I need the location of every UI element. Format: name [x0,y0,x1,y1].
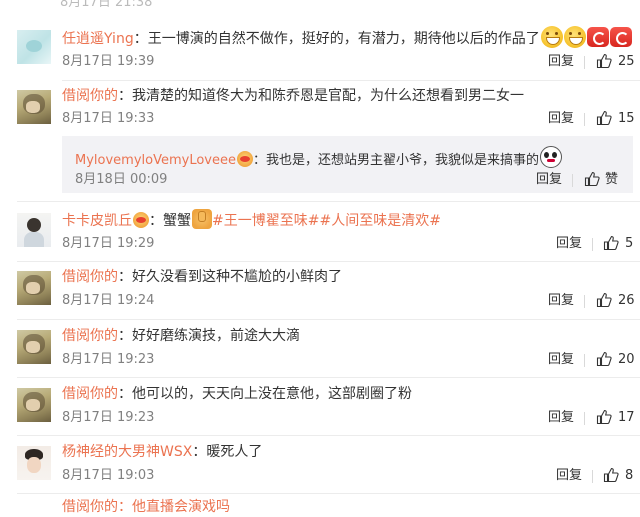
avatar[interactable] [17,271,51,305]
comment-text: 暖死人了 [206,444,263,460]
like-icon[interactable] [596,110,612,126]
sub-reply-line: MylovemyloVemyLoveee ：我也是，还想站男主翟小爷，我貌似是来搞… [75,146,563,171]
divider [17,435,640,436]
avatar[interactable] [17,388,51,422]
divider [584,412,585,425]
red-emoji-icon [609,27,632,47]
like-count: 15 [618,111,635,126]
comment-separator: ： [118,328,132,344]
comment-line: 借阅你的：我清楚的知道佟大为和陈乔恩是官配，为什么还想看到男二女一 [62,86,524,106]
comment-separator: ： [118,269,132,285]
like-count: 20 [618,352,635,367]
reply-button[interactable]: 回复 [548,110,574,128]
like-icon[interactable] [596,409,612,425]
reply-button[interactable]: 回复 [556,235,582,253]
comment-line: 借阅你的：好久没看到这种不尴尬的小鲜肉了 [62,267,342,287]
comment-line: 卡卡皮凯丘 ：蟹蟹 #王一博翟至味##人间至味是清欢# [62,209,441,231]
comment-username[interactable]: 借阅你的 [62,269,118,285]
like-icon[interactable] [584,171,600,187]
like-icon[interactable] [596,351,612,367]
like-icon[interactable] [596,292,612,308]
heart-emoji-icon [133,212,149,228]
comment-time: 8月17日 19:29 [62,236,155,251]
thumb-emoji-icon [192,209,212,229]
divider [17,377,640,378]
comment-line: 任逍遥Ying：王一博演的自然不做作，挺好的，有潜力，期待他以后的作品了 [62,26,632,49]
avatar[interactable] [17,330,51,364]
divider [17,319,640,320]
comment-username[interactable]: 借阅你的 [62,328,118,344]
comment-time: 8月17日 19:33 [62,111,155,126]
like-count: 8 [625,468,634,483]
comment-username[interactable]: 借阅你的 [62,88,118,104]
sub-reply-username[interactable]: MylovemyloVemyLoveee [75,153,236,168]
divider [17,261,640,262]
comment-line: 借阅你的：好好磨练演技，前途大大滴 [62,326,300,346]
next-comment-partial: 借阅你的：他直播会演戏吗 [62,499,230,515]
divider [62,80,640,81]
hashtag-link[interactable]: #人间至味是清欢# [319,213,440,229]
divider [584,113,585,126]
comment-text: 他可以的，天天向上没在意他，这部剧圈了粉 [132,386,412,402]
comment-text: 我清楚的知道佟大为和陈乔恩是官配，为什么还想看到男二女一 [132,88,524,104]
like-count: 25 [618,54,635,69]
grin-emoji-icon [540,26,563,48]
panda-emoji-icon [540,146,563,168]
avatar[interactable] [17,446,51,480]
comment-time: 8月17日 19:23 [62,410,155,425]
hashtag-link[interactable]: #王一博翟至味# [212,213,319,229]
sub-reply-separator: ： [252,153,266,168]
comment-username[interactable]: 杨神经的大男神WSX [62,444,192,460]
reply-button[interactable]: 回复 [556,467,582,485]
like-count: 17 [618,410,635,425]
divider [584,295,585,308]
comment-text: 好久没看到这种不尴尬的小鲜肉了 [132,269,342,285]
comment-line: 杨神经的大男神WSX：暖死人了 [62,442,262,462]
comment-line: 借阅你的：他可以的，天天向上没在意他，这部剧圈了粉 [62,384,412,404]
heart-emoji-icon [236,151,253,167]
divider [584,354,585,367]
previous-comment-partial: 8月17日 21:38 [0,0,640,10]
comment-username[interactable]: 借阅你的 [62,386,118,402]
like-icon[interactable] [596,53,612,69]
comment-separator: ： [118,386,132,402]
avatar[interactable] [17,90,51,124]
reply-button[interactable]: 回复 [548,53,574,71]
avatar[interactable] [17,213,51,247]
like-icon[interactable] [603,235,619,251]
like-count: 5 [625,236,634,251]
like-count: 26 [618,293,635,308]
red-emoji-icon [586,27,609,47]
comment-text: ：蟹蟹 [149,213,191,229]
divider [584,56,585,69]
comment-text: 王一博演的自然不做作，挺好的，有潜力，期待他以后的作品了 [147,31,540,47]
comment-username[interactable]: 卡卡皮凯丘 [62,213,132,229]
comment-time: 8月17日 19:03 [62,468,155,483]
sub-reply-button[interactable]: 回复 [536,171,562,189]
comment-separator: ： [133,31,148,47]
divider [592,470,593,483]
divider [572,174,573,187]
divider [17,493,640,494]
sub-reply-text: 我也是，还想站男主翟小爷，我貌似是来搞事的 [266,153,540,168]
reply-button[interactable]: 回复 [548,292,574,310]
like-label[interactable]: 赞 [605,171,618,189]
comment-text: 好好磨练演技，前途大大滴 [132,328,300,344]
like-icon[interactable] [603,467,619,483]
comment-separator: ： [118,88,132,104]
avatar[interactable] [17,30,51,64]
comment-username[interactable]: 任逍遥Ying [62,31,134,47]
comment-separator: ： [192,444,207,460]
sub-reply-time: 8月18日 00:09 [75,172,168,187]
reply-button[interactable]: 回复 [548,351,574,369]
divider [17,201,640,202]
comment-time: 8月17日 19:39 [62,54,155,69]
previous-comment-time: 8月17日 21:38 [60,0,153,10]
grin-emoji-icon [563,26,586,48]
comment-time: 8月17日 19:23 [62,352,155,367]
reply-button[interactable]: 回复 [548,409,574,427]
divider [592,238,593,251]
comment-time: 8月17日 19:24 [62,293,155,308]
